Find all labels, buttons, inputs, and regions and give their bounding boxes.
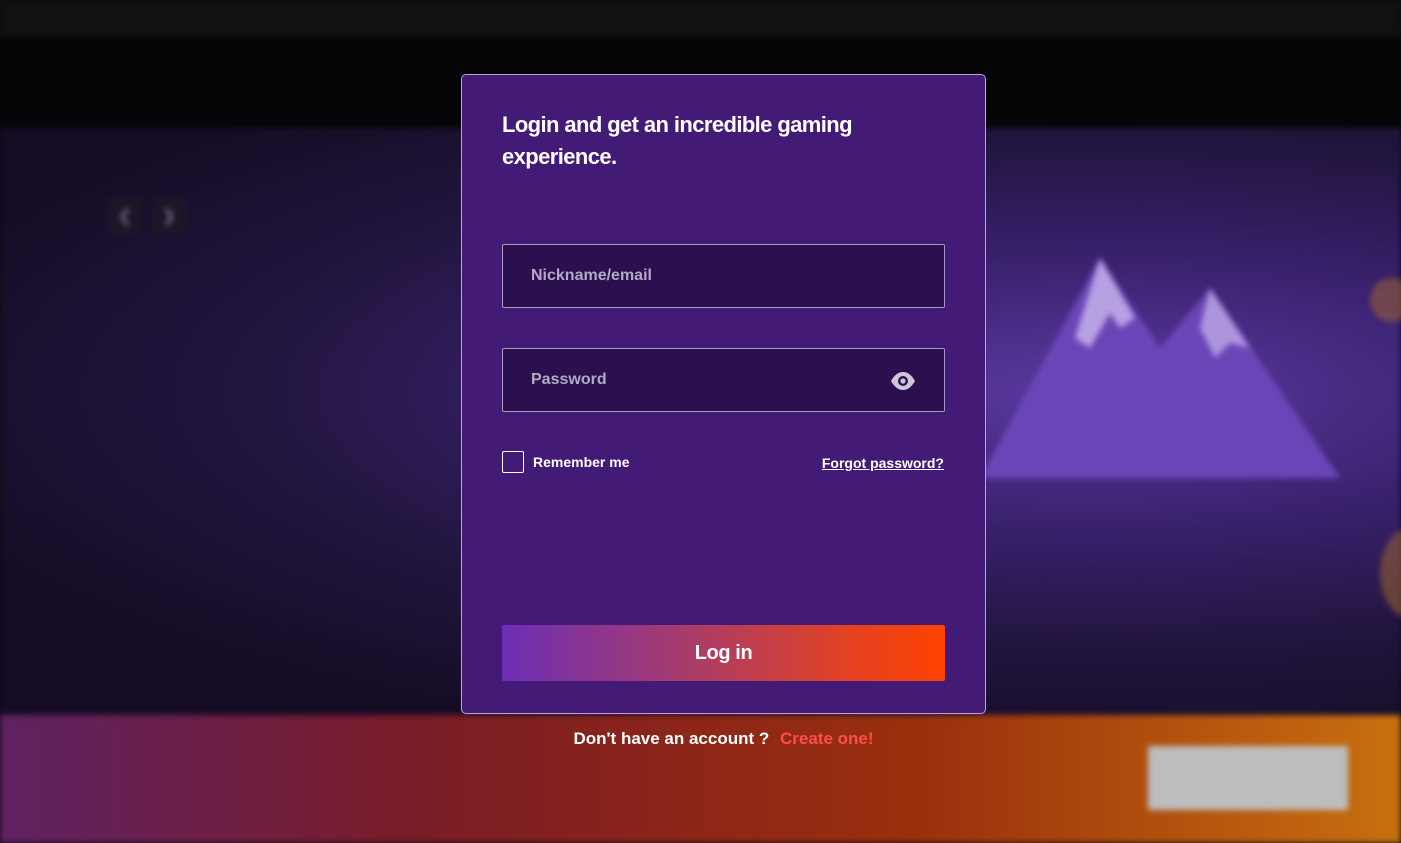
password-field bbox=[502, 348, 945, 412]
login-title: Login and get an incredible gaming exper… bbox=[502, 112, 853, 169]
signup-question: Don't have an account ? bbox=[573, 729, 770, 748]
remember-me-label: Remember me bbox=[533, 454, 630, 470]
remember-me-checkbox[interactable] bbox=[502, 451, 524, 473]
nickname-field bbox=[502, 244, 945, 308]
decor-orb bbox=[1370, 278, 1401, 322]
signup-prompt: Don't have an account ? Create one! bbox=[461, 729, 986, 749]
nickname-input[interactable] bbox=[503, 245, 944, 307]
create-account-link[interactable]: Create one! bbox=[780, 729, 874, 748]
top-bar bbox=[0, 0, 1401, 36]
page: ❮ ❯ Login and get an incredible gaming e… bbox=[0, 0, 1401, 843]
remember-me-toggle[interactable]: Remember me bbox=[502, 451, 630, 473]
login-modal: Login and get an incredible gaming exper… bbox=[461, 74, 986, 714]
decor-orb bbox=[1380, 528, 1401, 618]
play-now-button bbox=[1148, 746, 1348, 810]
password-input[interactable] bbox=[503, 349, 944, 411]
mountain-illustration bbox=[980, 258, 1340, 478]
eye-icon[interactable] bbox=[890, 370, 916, 392]
chevron-left-icon: ❮ bbox=[108, 198, 142, 234]
login-button[interactable]: Log in bbox=[502, 625, 945, 681]
hero-slide-counter: ❮ ❯ bbox=[108, 198, 186, 234]
chevron-right-icon: ❯ bbox=[152, 198, 186, 234]
forgot-password-link[interactable]: Forgot password? bbox=[822, 455, 944, 471]
